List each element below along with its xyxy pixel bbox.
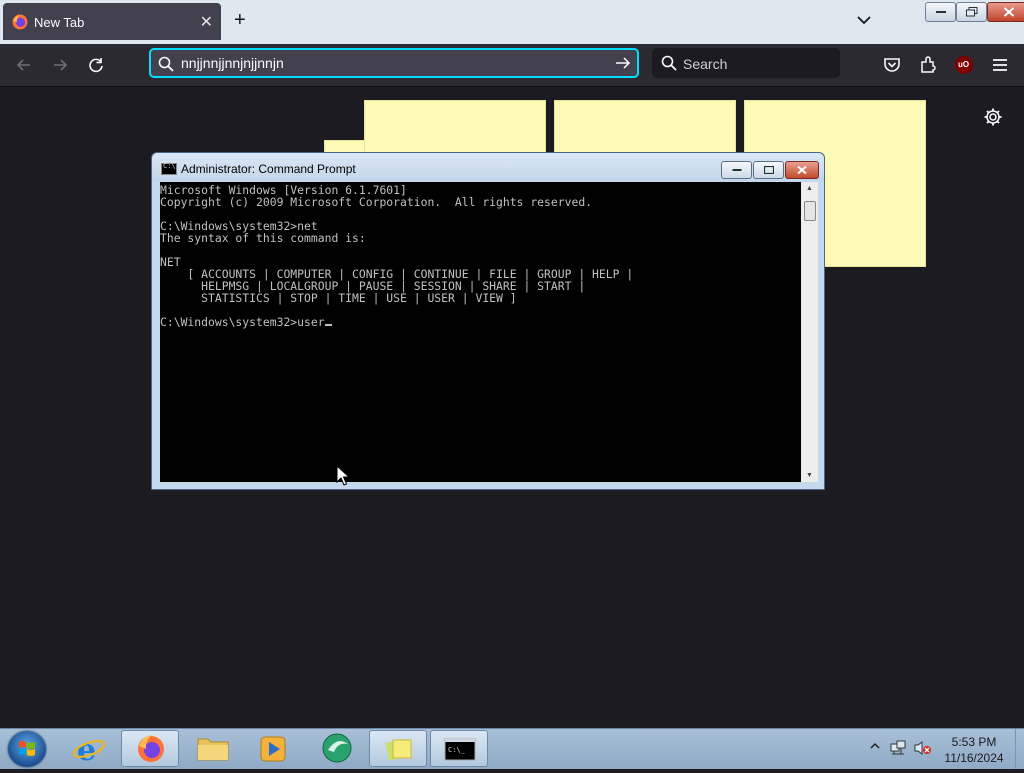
console-text: Microsoft Windows [Version 6.1.7601] Cop…: [160, 182, 801, 328]
go-arrow-icon[interactable]: [615, 55, 631, 71]
navigation-toolbar: Search uO: [0, 44, 1024, 87]
firefox-icon: [138, 735, 164, 762]
mouse-pointer-icon: [336, 465, 350, 486]
taskbar: e C:\_ 5:53 PM 11/16/2024: [0, 728, 1024, 769]
maximize-icon: [763, 166, 774, 174]
address-bar[interactable]: [149, 48, 639, 78]
command-prompt-taskbar-button[interactable]: C:\_: [430, 730, 488, 767]
command-prompt-icon: [161, 162, 177, 175]
tab-strip: New Tab ✕ +: [0, 0, 1024, 44]
search-icon: [158, 56, 174, 72]
clock[interactable]: 5:53 PM 11/16/2024: [936, 734, 1012, 766]
app-icon: [322, 733, 352, 763]
close-icon: [1003, 7, 1014, 17]
tab-title: New Tab: [34, 15, 85, 30]
app-button[interactable]: [308, 730, 366, 767]
maximize-button[interactable]: [753, 161, 784, 179]
close-window-button[interactable]: [785, 161, 819, 179]
minimize-icon: [935, 11, 946, 13]
media-player-icon: [260, 736, 286, 762]
address-input[interactable]: [181, 54, 601, 72]
network-icon[interactable]: [890, 740, 906, 756]
minimize-icon: [732, 169, 741, 171]
console-line: Copyright (c) 2009 Microsoft Corporation…: [160, 195, 593, 209]
window-title: Administrator: Command Prompt: [181, 162, 356, 176]
scroll-down-icon[interactable]: ▼: [806, 472, 813, 479]
windows-logo-icon: [19, 741, 35, 756]
sticky-notes-button[interactable]: [369, 730, 427, 767]
command-prompt-window[interactable]: Administrator: Command Prompt Microsoft …: [151, 152, 825, 490]
search-icon: [661, 55, 677, 71]
start-button[interactable]: [8, 731, 46, 767]
menu-icon[interactable]: [990, 55, 1010, 75]
close-icon: [797, 165, 807, 175]
pocket-icon[interactable]: [882, 55, 902, 75]
folder-icon: [197, 738, 229, 761]
tab-new-tab[interactable]: New Tab ✕: [3, 3, 221, 40]
close-tab-icon[interactable]: ✕: [200, 12, 213, 32]
scrollbar-thumb[interactable]: [804, 201, 816, 221]
sticky-notes-icon: [385, 739, 412, 761]
ublock-origin-icon[interactable]: uO: [955, 56, 973, 74]
console-line: The syntax of this command is:: [160, 231, 366, 245]
firefox-taskbar-button[interactable]: [121, 730, 179, 767]
restore-icon: [965, 7, 977, 17]
command-prompt-icon: C:\_: [444, 738, 476, 761]
extensions-icon[interactable]: [918, 55, 938, 75]
new-tab-icon[interactable]: +: [234, 9, 246, 32]
console-scrollbar[interactable]: ▲ ▼: [801, 182, 818, 482]
show-hidden-icons-icon[interactable]: [870, 741, 880, 751]
command-prompt-titlebar[interactable]: Administrator: Command Prompt: [152, 153, 824, 181]
internet-explorer-icon: e: [72, 733, 106, 768]
console-line: C:\Windows\system32>user: [160, 315, 325, 329]
svg-text:e: e: [77, 733, 96, 767]
volume-muted-icon[interactable]: [914, 740, 932, 756]
firefox-icon: [12, 14, 28, 30]
console-output[interactable]: Microsoft Windows [Version 6.1.7601] Cop…: [160, 182, 801, 482]
back-icon[interactable]: [14, 55, 34, 75]
internet-explorer-button[interactable]: e: [60, 730, 118, 768]
text-cursor: [324, 324, 332, 326]
reload-icon[interactable]: [86, 55, 106, 75]
gear-icon[interactable]: [983, 107, 1003, 127]
close-window-button[interactable]: [987, 2, 1024, 22]
minimize-button[interactable]: [925, 2, 956, 22]
restore-button[interactable]: [956, 2, 987, 22]
search-placeholder: Search: [683, 56, 728, 72]
scroll-up-icon[interactable]: ▲: [806, 185, 813, 192]
search-bar[interactable]: Search: [652, 48, 840, 78]
forward-icon[interactable]: [50, 55, 70, 75]
minimize-button[interactable]: [721, 161, 752, 179]
media-player-button[interactable]: [244, 730, 302, 767]
windows-explorer-button[interactable]: [184, 730, 242, 767]
show-desktop-button[interactable]: [1015, 729, 1024, 769]
clock-date: 11/16/2024: [944, 751, 1004, 765]
list-all-tabs-icon[interactable]: [856, 12, 872, 28]
clock-time: 5:53 PM: [951, 735, 997, 749]
svg-text:C:\_: C:\_: [448, 746, 466, 754]
console-line: STATISTICS | STOP | TIME | USE | USER | …: [160, 291, 517, 305]
